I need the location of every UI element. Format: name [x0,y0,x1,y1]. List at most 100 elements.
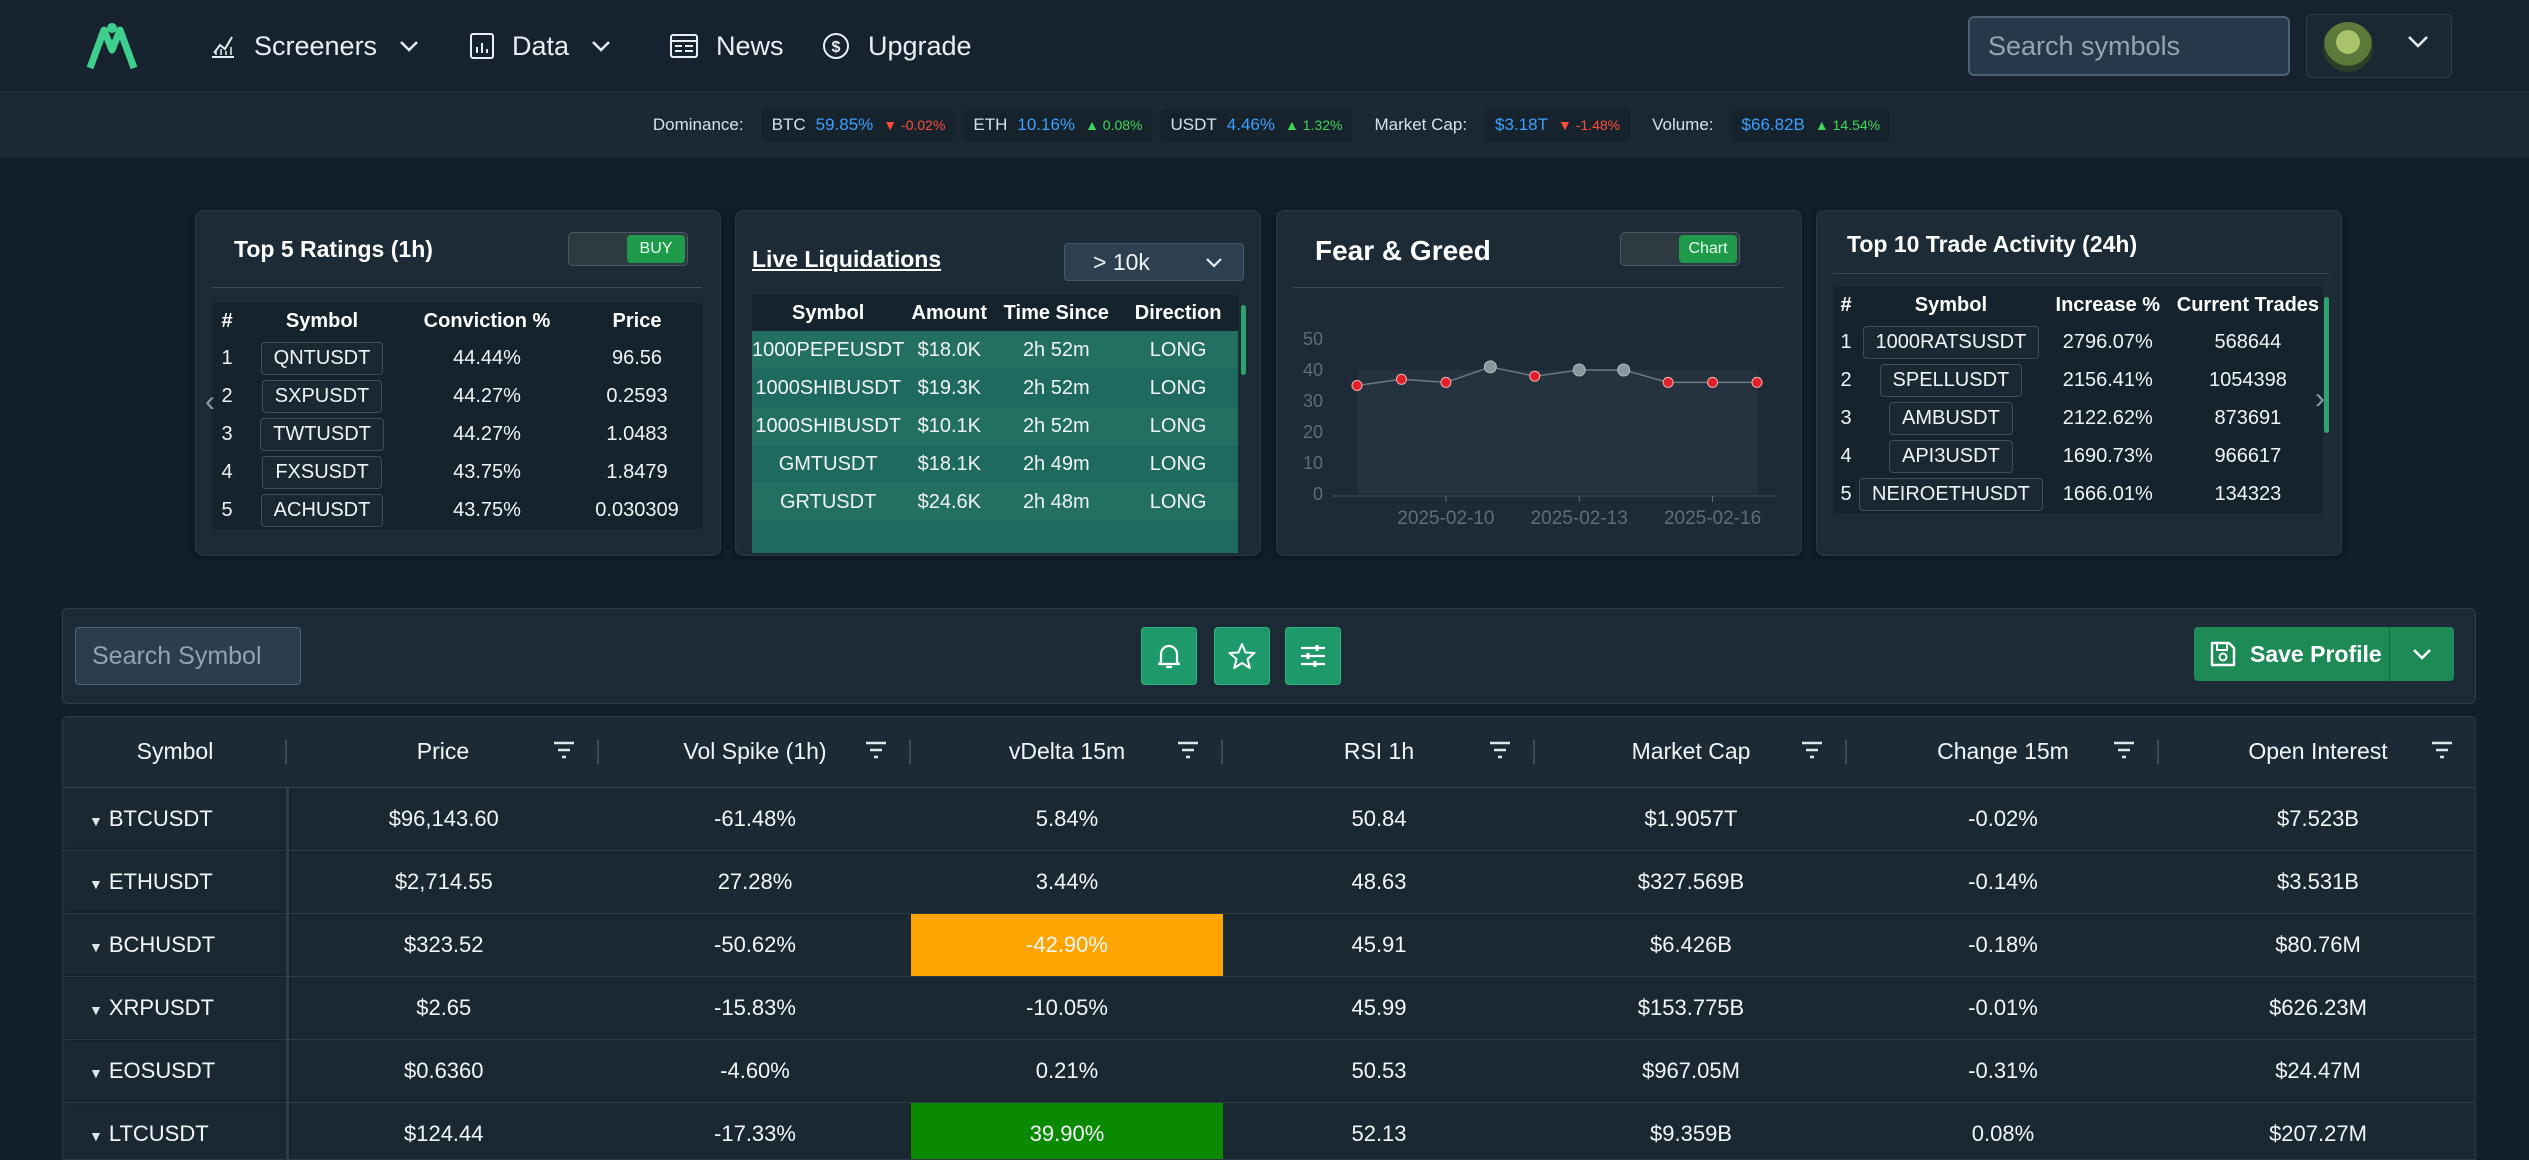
col-header-open-interest[interactable]: Open Interest [2159,717,2475,788]
direction: LONG [1118,407,1238,445]
save-profile-button[interactable]: Save Profile [2194,627,2454,681]
col-header-price[interactable]: Price [287,717,599,788]
col-header-vol-spike[interactable]: Vol Spike (1h) [599,717,911,788]
symbol-label: ETHUSDT [108,868,213,894]
symbol-search-input[interactable] [1968,16,2290,76]
rank: 2 [1840,368,1852,391]
liquidation-threshold-select[interactable]: > 10k [1064,243,1244,281]
symbol-chip[interactable]: TWTUSDT [260,417,384,451]
filter-icon[interactable] [1489,741,1511,759]
table-row[interactable]: ▼ BTCUSDT $96,143.60 -61.48% 5.84% 50.84 $1.90… [63,787,2475,851]
table-row[interactable]: ▼ XRPUSDT $2.65 -15.83% -10.05% 45.99 $153.775… [63,976,2475,1040]
top-navbar: Screeners Data News $ Upgrade [0,0,2529,92]
cell-vol-spike: -50.62% [599,913,911,977]
price: 1.0483 [606,422,668,445]
nav-screeners[interactable]: Screeners [210,26,419,66]
direction: LONG [1118,369,1238,407]
table-row[interactable]: 2 SPELLUSDT 2156.41% 1054398 [1833,361,2323,399]
carousel-next-icon[interactable]: › [2315,382,2325,416]
expand-caret-icon[interactable]: ▼ [89,1128,103,1144]
table-row[interactable]: GRTUSDT $24.6K 2h 48m LONG [752,483,1238,521]
filter-icon[interactable] [1177,741,1199,759]
symbol-chip[interactable]: 1000RATSUSDT [1862,325,2040,359]
symbol-label: XRPUSDT [108,994,214,1020]
logo-icon[interactable] [82,20,142,70]
live-liquidations-title[interactable]: Live Liquidations [752,246,941,273]
expand-caret-icon[interactable]: ▼ [89,1002,103,1018]
expand-caret-icon[interactable]: ▼ [89,1065,103,1081]
volume: $66.82B ▲ 14.54% [1731,109,1891,141]
filter-icon[interactable] [1801,741,1823,759]
col-header-change[interactable]: Change 15m [1847,717,2159,788]
table-row[interactable]: 4 API3USDT 1690.73% 966617 [1833,437,2323,475]
save-profile-dropdown[interactable] [2390,648,2454,660]
filter-icon[interactable] [2113,741,2135,759]
trade-activity-scroll[interactable]: # Symbol Increase % Current Trades 1 1000… [1833,287,2333,547]
symbol-chip[interactable]: SXPUSDT [261,379,383,413]
col-header-rsi[interactable]: RSI 1h [1223,717,1535,788]
table-row[interactable]: 1000SHIBUSDT $10.1K 2h 52m LONG [752,407,1238,445]
col-header-label: vDelta 15m [1008,738,1126,765]
nav-news[interactable]: News [670,26,784,66]
cell-symbol[interactable]: ▼ ETHUSDT [63,850,289,914]
symbol-chip[interactable]: FXSUSDT [262,455,382,489]
col-header-symbol[interactable]: Symbol [63,717,287,788]
nav-data[interactable]: Data [470,26,611,66]
symbol-chip[interactable]: NEIROETHUSDT [1859,477,2043,511]
scrollbar[interactable] [1241,305,1246,375]
time-since: 2h 49m [994,445,1119,483]
col-header-market-cap[interactable]: Market Cap [1535,717,1847,788]
table-row[interactable]: 3 TWTUSDT 44.27% 1.0483 [212,415,702,453]
filter-icon[interactable] [2431,741,2453,759]
expand-caret-icon[interactable]: ▼ [89,876,103,892]
symbol-chip[interactable]: QNTUSDT [260,341,384,375]
table-row[interactable]: ▼ ETHUSDT $2,714.55 27.28% 3.44% 48.63 $327.56… [63,850,2475,914]
direction: LONG [1118,445,1238,483]
table-row[interactable]: 1000SHIBUSDT $19.3K 2h 52m LONG [752,369,1238,407]
column-settings-button[interactable] [1285,627,1341,685]
favorites-button[interactable] [1214,627,1270,685]
filter-icon[interactable] [865,741,887,759]
symbol-chip[interactable]: AMBUSDT [1889,401,2013,435]
filter-icon[interactable] [553,741,575,759]
table-row[interactable]: 4 FXSUSDT 43.75% 1.8479 [212,453,702,491]
liquidations-scroll[interactable]: Symbol Amount Time Since Direction 1000P… [752,295,1248,553]
symbol-chip[interactable]: ACHUSDT [260,493,384,527]
symbol-chip[interactable]: SPELLUSDT [1879,363,2023,397]
cell-price: $96,143.60 [287,787,599,851]
table-row[interactable]: ▼ LTCUSDT $124.44 -17.33% 39.90% 52.13 $9.359B… [63,1102,2475,1159]
col-header-vdelta[interactable]: vDelta 15m [911,717,1223,788]
table-row[interactable]: 5 ACHUSDT 43.75% 0.030309 [212,491,702,529]
ratings-toggle[interactable]: BUY [568,232,688,266]
table-row[interactable]: 5 NEIROETHUSDT 1666.01% 134323 [1833,475,2323,513]
table-row[interactable]: ▼ EOSUSDT $0.6360 -4.60% 0.21% 50.53 $967.05M -… [63,1039,2475,1103]
table-row[interactable]: ▼ BCHUSDT $323.52 -50.62% -42.90% 45.91 $6.426… [63,913,2475,977]
search-symbol-input[interactable] [75,627,301,685]
carousel-prev-icon[interactable]: ‹ [205,385,215,419]
cell-symbol[interactable]: ▼ BCHUSDT [63,913,289,977]
symbol-chip[interactable]: API3USDT [1888,439,2013,473]
nav-upgrade[interactable]: $ Upgrade [822,26,972,66]
cell-symbol[interactable]: ▼ BTCUSDT [63,787,289,851]
expand-caret-icon[interactable]: ▼ [89,813,103,829]
table-row[interactable]: GMTUSDT $18.1K 2h 49m LONG [752,445,1238,483]
alerts-button[interactable] [1141,627,1197,685]
rank: 3 [1840,406,1852,429]
table-row[interactable]: 3 AMBUSDT 2122.62% 873691 [1833,399,2323,437]
table-row[interactable]: 1 QNTUSDT 44.44% 96.56 [212,339,702,377]
user-menu[interactable] [2306,14,2452,78]
data-point [1662,376,1674,388]
cell-vol-spike: -17.33% [599,1102,911,1159]
table-row[interactable]: 1 1000RATSUSDT 2796.07% 568644 [1833,323,2323,361]
cell-symbol[interactable]: ▼ LTCUSDT [63,1102,289,1159]
save-profile-main[interactable]: Save Profile [2194,627,2390,681]
chevron-down-icon[interactable] [2407,35,2429,49]
divider [1833,273,2329,274]
time-since: 2h 52m [994,331,1119,369]
table-row[interactable]: 2 SXPUSDT 44.27% 0.2593 [212,377,702,415]
cell-symbol[interactable]: ▼ EOSUSDT [63,1039,289,1103]
table-row[interactable]: 1000PEPEUSDT $18.0K 2h 52m LONG [752,331,1238,369]
avatar[interactable] [2323,22,2373,72]
expand-caret-icon[interactable]: ▼ [89,939,103,955]
cell-symbol[interactable]: ▼ XRPUSDT [63,976,289,1040]
